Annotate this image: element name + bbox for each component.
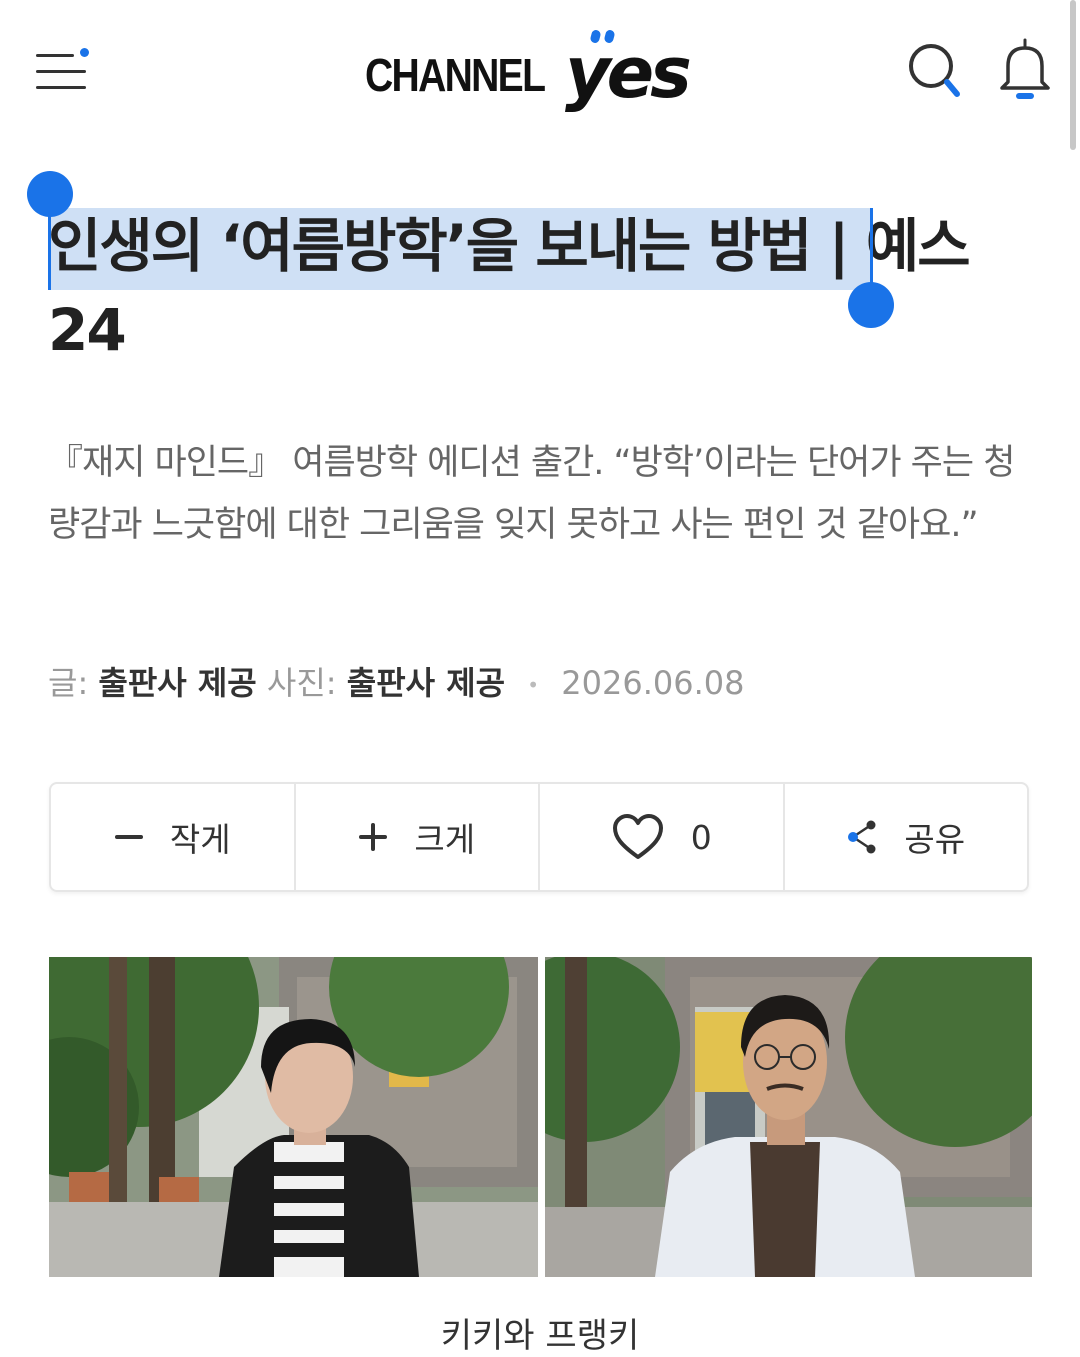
heart-icon xyxy=(612,814,663,859)
selection-start-handle[interactable] xyxy=(27,171,73,217)
notification-button[interactable] xyxy=(996,36,1054,102)
selection-start-caret[interactable] xyxy=(48,208,51,290)
share-icon xyxy=(848,820,876,854)
search-button[interactable] xyxy=(905,40,965,100)
article-toolbar: 작게 크게 0 공유 xyxy=(49,782,1029,892)
logo-channel-text: CHANNEL xyxy=(365,49,546,101)
byline: 글: 출판사 제공 사진: 출판사 제공 • 2026.06.08 xyxy=(48,658,744,704)
article-title: 인생의 ‘여름방학’을 보내는 방법 | 예스24 xyxy=(48,204,1038,372)
search-icon xyxy=(909,44,960,97)
font-larger-label: 크게 xyxy=(414,820,476,859)
plus-icon xyxy=(359,823,388,851)
photo-label: 사진: xyxy=(266,664,337,702)
writer-name: 출판사 제공 xyxy=(98,664,257,702)
minus-icon xyxy=(114,835,143,839)
bell-icon xyxy=(1000,38,1050,99)
selection-end-handle[interactable] xyxy=(848,282,894,328)
font-smaller-label: 작게 xyxy=(169,820,231,859)
like-button[interactable]: 0 xyxy=(540,784,785,890)
channel-yes-logo[interactable]: CHANNEL yes xyxy=(365,26,725,122)
top-header: CHANNEL yes xyxy=(0,0,1080,150)
writer-label: 글: xyxy=(48,664,89,702)
share-label: 공유 xyxy=(904,820,966,859)
font-smaller-button[interactable]: 작게 xyxy=(51,784,296,890)
publish-date: 2026.06.08 xyxy=(561,664,745,702)
photo-woman xyxy=(49,957,538,1277)
photographer-name: 출판사 제공 xyxy=(346,664,506,702)
font-larger-button[interactable]: 크게 xyxy=(296,784,540,890)
like-count: 0 xyxy=(690,817,712,857)
byline-separator: • xyxy=(527,673,540,697)
photo-man xyxy=(545,957,1032,1277)
logo-yes-text: yes xyxy=(565,32,692,114)
share-button[interactable]: 공유 xyxy=(785,784,1028,890)
article-subtitle: 『재지 마인드』 여름방학 에디션 출간. “방학’이라는 단어가 주는 청량감… xyxy=(48,443,1015,545)
scrollbar[interactable] xyxy=(1070,0,1076,150)
menu-button[interactable] xyxy=(36,46,92,96)
title-selected-text: 인생의 ‘여름방학’을 보내는 방법 xyxy=(48,212,812,280)
